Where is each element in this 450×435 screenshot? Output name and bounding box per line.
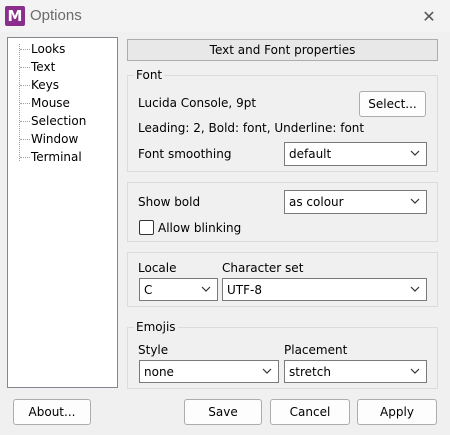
locale-value: C	[144, 282, 153, 297]
font-group-label: Font	[134, 68, 165, 82]
tree-item-terminal[interactable]: Terminal	[8, 149, 108, 167]
select-font-button[interactable]: Select...	[359, 91, 426, 117]
save-button[interactable]: Save	[184, 399, 262, 425]
tree-item-selection[interactable]: Selection	[8, 113, 108, 131]
section-header: Text and Font properties	[127, 39, 438, 61]
tree-item-keys[interactable]: Keys	[8, 77, 108, 95]
tree-item-window[interactable]: Window	[8, 131, 108, 149]
about-button[interactable]: About...	[13, 399, 91, 425]
app-icon: M	[5, 6, 25, 26]
emojis-group-label: Emojis	[134, 320, 178, 334]
chevron-down-icon	[201, 286, 211, 292]
emoji-placement-label: Placement	[284, 343, 348, 357]
chevron-down-icon	[262, 368, 272, 374]
chevron-down-icon	[410, 286, 420, 292]
window-title: Options	[30, 7, 82, 24]
locale-dropdown[interactable]: C	[139, 278, 218, 301]
show-bold-value: as colour	[289, 195, 344, 209]
locale-label: Locale	[138, 261, 177, 275]
charset-label: Character set	[222, 261, 304, 275]
chevron-down-icon	[410, 150, 420, 156]
tree-item-mouse[interactable]: Mouse	[8, 95, 108, 113]
allow-blinking-label: Allow blinking	[158, 221, 242, 235]
emoji-placement-dropdown[interactable]: stretch	[284, 360, 427, 383]
font-smoothing-dropdown[interactable]: default	[284, 142, 427, 166]
charset-value: UTF-8	[227, 282, 262, 297]
font-smoothing-value: default	[289, 147, 332, 161]
show-bold-dropdown[interactable]: as colour	[284, 190, 427, 214]
tree-item-text[interactable]: Text	[8, 59, 108, 77]
chevron-down-icon	[410, 198, 420, 204]
tree-item-looks[interactable]: Looks	[8, 41, 108, 59]
charset-dropdown[interactable]: UTF-8	[222, 278, 427, 301]
show-bold-label: Show bold	[138, 195, 201, 209]
font-smoothing-label: Font smoothing	[138, 147, 232, 161]
close-icon[interactable]: ✕	[418, 6, 440, 26]
emoji-style-dropdown[interactable]: none	[139, 360, 279, 383]
chevron-down-icon	[410, 368, 420, 374]
emoji-placement-value: stretch	[289, 364, 331, 379]
font-details: Leading: 2, Bold: font, Underline: font	[138, 121, 365, 135]
emoji-style-label: Style	[138, 343, 169, 357]
category-tree: Looks Text Keys Mouse Selection Window T…	[7, 37, 118, 388]
apply-button[interactable]: Apply	[357, 399, 437, 425]
font-name: Lucida Console, 9pt	[138, 96, 257, 110]
cancel-button[interactable]: Cancel	[270, 399, 350, 425]
emoji-style-value: none	[144, 364, 174, 379]
allow-blinking-checkbox[interactable]	[139, 220, 154, 235]
